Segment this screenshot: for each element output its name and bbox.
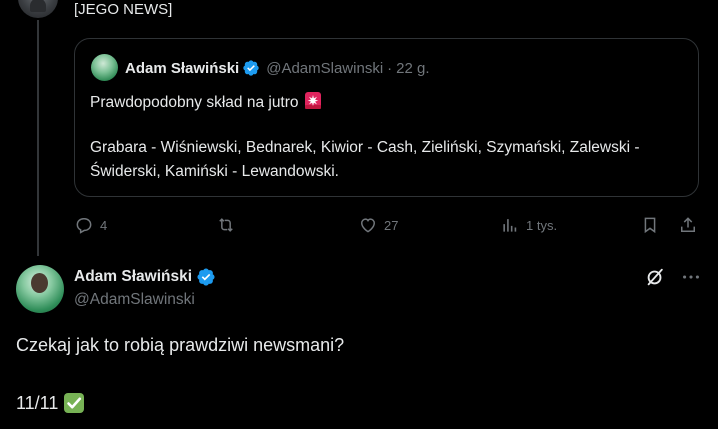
- verified-badge-icon: [197, 268, 215, 286]
- separator-dot: ·: [387, 59, 393, 77]
- repost-icon: [219, 218, 233, 232]
- police-siren-icon: [304, 92, 321, 109]
- quoted-author-name[interactable]: Adam Sławiński: [125, 60, 239, 77]
- quoted-post-header: Adam Sławiński @AdamSlawinski · 22 g.: [125, 57, 430, 79]
- parent-avatar[interactable]: [18, 0, 58, 18]
- reply-count: 4: [100, 217, 108, 233]
- view-count: 1 tys.: [526, 217, 558, 233]
- share-button[interactable]: [678, 211, 698, 239]
- bookmark-button[interactable]: [640, 211, 660, 239]
- reply-author-row: Adam Sławiński: [74, 265, 216, 289]
- quoted-post-time[interactable]: 22 g.: [396, 60, 429, 77]
- reply-icon: [76, 218, 92, 234]
- reply-header-actions: [644, 266, 702, 288]
- reply-score: 11/11: [16, 393, 59, 413]
- reply-author-avatar[interactable]: [16, 265, 64, 313]
- reply-post-text: Czekaj jak to robią prawdziwi newsmani?: [16, 335, 345, 355]
- reply-author-handle[interactable]: @AdamSlawinski: [74, 291, 195, 309]
- quoted-author-handle[interactable]: @AdamSlawinski: [266, 60, 383, 77]
- repost-button[interactable]: [216, 211, 242, 239]
- reply-author-name[interactable]: Adam Sławiński: [74, 268, 192, 286]
- analytics-icon: [503, 219, 517, 232]
- quoted-post-text-line1: Prawdopodobny skład na jutro: [90, 91, 323, 114]
- like-count: 27: [384, 217, 399, 233]
- quoted-post-lineup: Grabara - Wiśniewski, Bednarek, Kiwior -…: [90, 139, 640, 180]
- share-icon: [681, 217, 695, 232]
- quoted-author-avatar[interactable]: [91, 54, 118, 81]
- quoted-post-card[interactable]: Adam Sławiński @AdamSlawinski · 22 g. Pr…: [74, 38, 699, 197]
- more-options-icon[interactable]: [680, 266, 702, 288]
- bookmark-icon: [644, 217, 656, 234]
- heart-icon: [360, 218, 376, 233]
- verified-badge-icon: [243, 60, 259, 76]
- grok-icon[interactable]: [644, 266, 666, 288]
- reply-post-score-line: 11/11: [16, 391, 85, 415]
- quoted-post-intro: Prawdopodobny skład na jutro: [90, 94, 299, 111]
- thread-connector-line: [37, 20, 39, 256]
- check-mark-button-icon: [64, 393, 85, 413]
- parent-post-text: [JEGO NEWS]: [74, 1, 173, 18]
- like-button[interactable]: 27: [358, 211, 398, 239]
- reply-button[interactable]: 4: [74, 211, 107, 239]
- views-button[interactable]: 1 tys.: [500, 211, 557, 239]
- post-action-bar: 4 27 1 tys.: [74, 211, 704, 239]
